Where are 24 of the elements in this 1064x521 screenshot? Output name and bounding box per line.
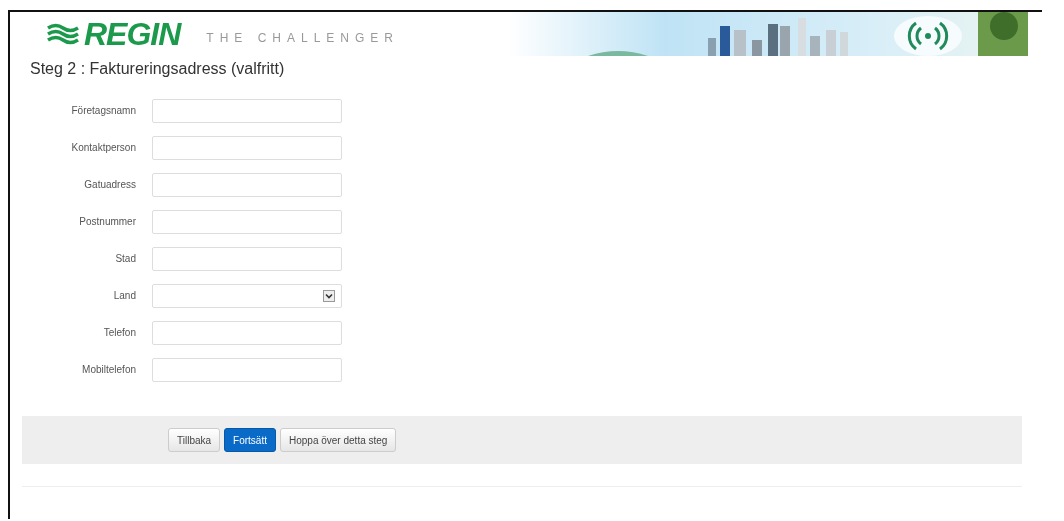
page-title: Steg 2 : Faktureringsadress (valfritt) bbox=[29, 59, 286, 78]
input-field[interactable] bbox=[152, 172, 342, 197]
logo-text: REGIN bbox=[84, 15, 181, 53]
caret-icon bbox=[323, 289, 335, 302]
field-label: Mobiltelefon bbox=[81, 364, 137, 375]
field-label: Telefon bbox=[102, 327, 137, 338]
field-label: Kontaktperson bbox=[70, 142, 137, 153]
secondary-button[interactable]: Hoppa över detta steg bbox=[280, 428, 397, 452]
field-label: Stad bbox=[114, 253, 137, 264]
input-field[interactable] bbox=[152, 98, 342, 123]
tagline: THE CHALLENGER bbox=[206, 31, 400, 45]
field-label: Land bbox=[112, 290, 137, 301]
input-field[interactable] bbox=[152, 135, 342, 160]
input-field[interactable] bbox=[152, 209, 342, 234]
continue-button[interactable]: Fortsätt bbox=[224, 428, 276, 452]
input-field[interactable] bbox=[152, 246, 342, 271]
field-label: Postnummer bbox=[78, 216, 137, 227]
waves-logo-icon bbox=[46, 23, 80, 45]
input-field[interactable] bbox=[152, 320, 342, 345]
country-dropdown[interactable] bbox=[152, 283, 342, 308]
field-label: Företagsnamn bbox=[70, 105, 137, 116]
secondary-button[interactable]: Tillbaka bbox=[168, 428, 221, 452]
input-field[interactable] bbox=[152, 357, 342, 382]
field-label: Gatuadress bbox=[83, 179, 137, 190]
